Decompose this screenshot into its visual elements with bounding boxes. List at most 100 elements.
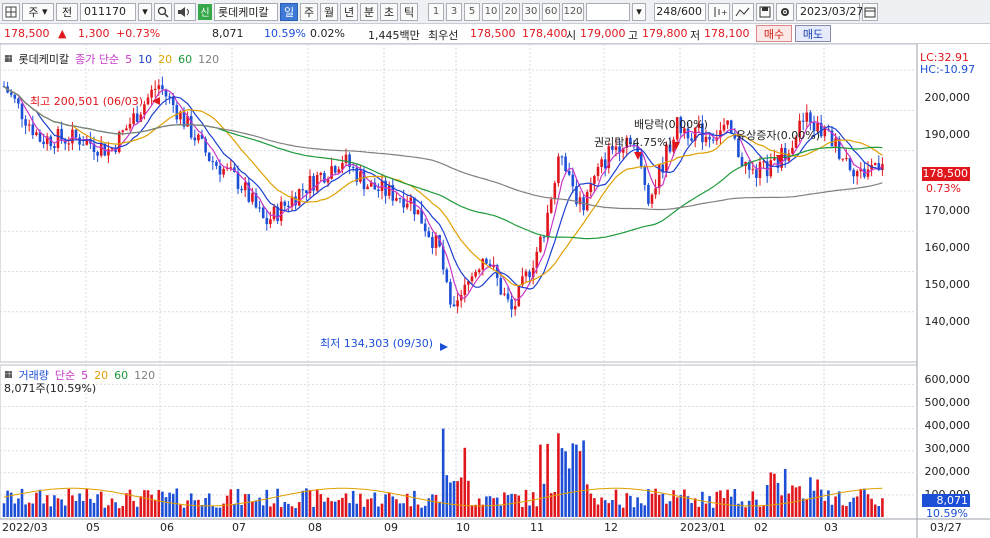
tab-year[interactable]: 년	[340, 2, 358, 21]
volume-bar	[132, 501, 135, 517]
volume-bar	[42, 503, 45, 517]
indicator-add-icon[interactable]: +	[708, 2, 730, 21]
tab-tick[interactable]: 틱	[400, 2, 418, 21]
interval-5[interactable]: 5	[464, 2, 480, 21]
stock-name-field[interactable]: 롯데케미칼	[214, 2, 278, 21]
price-candle	[387, 185, 391, 196]
volume-bar	[207, 493, 211, 517]
count-field[interactable]: 248/600	[654, 2, 706, 21]
volume-bar	[359, 493, 362, 517]
date-field[interactable]: 2023/03/27	[796, 2, 863, 21]
volume-bar	[35, 492, 38, 517]
legend-menu-icon[interactable]: ▦	[4, 370, 13, 380]
buy-button[interactable]: 매수	[756, 25, 792, 42]
volume-bar	[524, 489, 528, 517]
price-candle	[359, 171, 362, 182]
price-candle	[654, 188, 657, 195]
volume-bar	[265, 489, 269, 517]
period-label-button[interactable]: 전	[56, 2, 78, 21]
interval-30[interactable]: 30	[522, 2, 540, 21]
interval-10[interactable]: 10	[482, 2, 500, 21]
current-price: 178,500	[4, 27, 50, 40]
volume-bar	[398, 503, 402, 517]
sell-button[interactable]: 매도	[795, 25, 831, 42]
x-axis-label: 03	[824, 521, 838, 534]
price-candle	[377, 189, 380, 191]
volume-bar	[161, 491, 164, 517]
tab-month[interactable]: 월	[320, 2, 338, 21]
save-icon[interactable]	[756, 2, 774, 21]
draw-tool-icon[interactable]	[732, 2, 754, 21]
search-icon[interactable]	[154, 2, 172, 21]
volume-bar	[758, 506, 762, 517]
calendar-icon[interactable]	[862, 2, 878, 21]
legend-ma20: 20	[158, 52, 173, 66]
volume-bar	[413, 490, 416, 517]
gear-icon[interactable]	[776, 2, 794, 21]
price-candle	[287, 205, 290, 208]
code-dropdown-icon[interactable]: ▾	[138, 2, 152, 21]
volume-last-pct: 10.59%	[926, 507, 968, 520]
tab-second[interactable]: 초	[380, 2, 398, 21]
market-select[interactable]: 주 ▾	[22, 2, 54, 21]
price-candle	[855, 171, 859, 177]
price-candle	[272, 206, 276, 220]
volume-bar	[557, 433, 560, 517]
speaker-icon[interactable]	[174, 2, 196, 21]
volume-bar	[866, 494, 870, 517]
volume-bar	[445, 475, 449, 517]
price-candle	[405, 203, 409, 208]
tab-minute[interactable]: 분	[360, 2, 378, 21]
price-candle	[596, 166, 600, 176]
grid-menu-icon[interactable]	[2, 2, 20, 21]
low-price: 178,100	[704, 27, 750, 40]
volume-bar	[495, 497, 499, 517]
price-candle	[117, 131, 121, 153]
price-candle	[755, 169, 758, 178]
volume-bar	[819, 489, 823, 517]
volume-bar	[715, 491, 719, 517]
volume-bar	[690, 503, 693, 517]
volume-bar	[251, 501, 254, 517]
volume-bar	[283, 502, 287, 517]
price-candle	[456, 300, 459, 307]
price-candle	[402, 198, 405, 208]
legend-menu-icon[interactable]: ▦	[4, 54, 13, 64]
price-candle	[74, 129, 78, 138]
price-candle	[549, 199, 553, 213]
volume-bar	[773, 473, 776, 517]
price-volume-chart[interactable]	[0, 44, 990, 538]
interval-120[interactable]: 120	[562, 2, 584, 21]
last-price-tag: 178,500	[922, 167, 970, 181]
price-candle	[431, 236, 434, 248]
stock-code-input[interactable]: 011170	[80, 2, 136, 21]
custom-interval-input[interactable]	[586, 2, 630, 21]
volume-bar	[683, 489, 686, 517]
volume-bar	[2, 503, 6, 517]
price-candle	[805, 112, 809, 122]
volume-bar	[431, 494, 434, 517]
volume-bar	[542, 483, 546, 517]
tab-day[interactable]: 일	[280, 2, 298, 21]
volume-bar	[614, 489, 618, 517]
volume-bar	[675, 497, 679, 517]
volume-bar	[647, 489, 650, 517]
volume-bar	[13, 503, 17, 517]
volume-bar	[798, 486, 801, 517]
price-candle	[751, 169, 755, 171]
tab-week[interactable]: 주	[300, 2, 318, 21]
interval-20[interactable]: 20	[502, 2, 520, 21]
capital-annotation: 유상증자(0.00%)	[736, 129, 821, 142]
volume-bar	[776, 482, 780, 517]
interval-dropdown-icon[interactable]: ▾	[632, 2, 646, 21]
interval-3[interactable]: 3	[446, 2, 462, 21]
volume-bar	[881, 498, 884, 517]
volume-bar	[402, 503, 405, 517]
volume-bar	[236, 488, 240, 517]
volume-bar	[171, 493, 175, 517]
interval-1[interactable]: 1	[428, 2, 444, 21]
price-candle	[251, 193, 254, 202]
price-candle	[218, 165, 222, 175]
interval-60[interactable]: 60	[542, 2, 560, 21]
x-axis-label: 02	[754, 521, 768, 534]
